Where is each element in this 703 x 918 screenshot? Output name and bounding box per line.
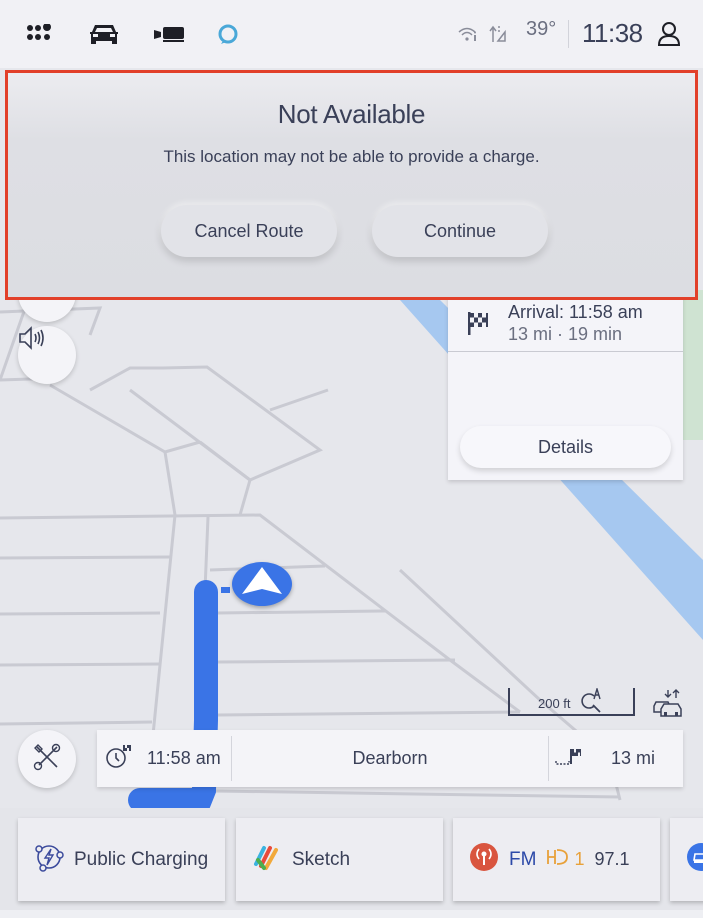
cancel-route-button[interactable]: Cancel Route xyxy=(161,205,337,257)
camera-icon[interactable] xyxy=(152,20,186,48)
arrival-card: Arrival: 11:58 am 13 mi · 19 min Details xyxy=(448,290,683,480)
screen: 39° 11:38 Arrival: 11:58 am 13 mi · 19 m… xyxy=(0,0,703,918)
distance-section: 13 mi xyxy=(555,730,655,787)
data-transfer-icon xyxy=(488,20,508,48)
sketch-app-icon xyxy=(252,842,282,877)
trip-bar[interactable]: 11:58 am Dearborn 13 mi xyxy=(97,730,683,787)
checkered-flag-icon xyxy=(466,310,490,341)
vehicle-app-tile[interactable] xyxy=(670,818,703,901)
radio-band: FM xyxy=(509,848,537,870)
distance-flag-icon xyxy=(555,746,583,771)
dialog-title: Not Available xyxy=(277,99,426,129)
status-bar: 39° 11:38 xyxy=(0,0,703,68)
auto-zoom-icon[interactable] xyxy=(580,686,606,719)
continue-button[interactable]: Continue xyxy=(372,205,548,257)
destination-section: Dearborn xyxy=(232,730,548,787)
vehicle-icon[interactable] xyxy=(88,20,120,48)
eta-time: 11:58 am xyxy=(147,748,221,768)
tile-label: Sketch xyxy=(292,848,351,870)
audio-button[interactable] xyxy=(18,326,76,384)
tools-button[interactable] xyxy=(18,730,76,788)
route-connector xyxy=(221,587,230,593)
remaining-distance: 13 mi xyxy=(611,748,656,768)
temperature: 39° xyxy=(526,18,557,40)
status-divider xyxy=(568,20,569,48)
tile-label: Public Charging xyxy=(74,848,209,870)
profile-icon[interactable] xyxy=(656,20,682,48)
radio-frequency: 97.1 xyxy=(594,849,630,869)
not-available-dialog: Not Available This location may not be a… xyxy=(5,70,698,300)
map-scale: 200 ft xyxy=(508,686,635,719)
destination-name: Dearborn xyxy=(352,748,428,768)
vehicle-app-icon xyxy=(686,842,703,877)
park-area xyxy=(683,290,703,440)
radio-tile[interactable]: FM 1 97.1 xyxy=(453,818,660,901)
stopwatch-flag-icon xyxy=(105,743,133,774)
dock-footer xyxy=(0,910,703,918)
alexa-icon[interactable] xyxy=(216,20,240,48)
app-dock: Public Charging Sketch FM 1 97.1 xyxy=(0,808,703,918)
scale-label: 200 ft xyxy=(538,696,571,711)
hd-channel: 1 xyxy=(574,849,585,869)
ev-charging-icon xyxy=(34,842,64,877)
sketch-tile[interactable]: Sketch xyxy=(236,818,443,901)
tools-icon xyxy=(33,743,61,776)
wifi-icon xyxy=(458,20,478,48)
dialog-message: This location may not be able to provide… xyxy=(163,147,540,166)
details-button[interactable]: Details xyxy=(460,426,671,468)
apps-grid-icon[interactable] xyxy=(26,20,54,48)
arrival-time: Arrival: 11:58 am xyxy=(508,302,643,322)
public-charging-tile[interactable]: Public Charging xyxy=(18,818,225,901)
hd-radio-icon xyxy=(546,847,569,872)
traffic-icon[interactable] xyxy=(652,688,684,723)
eta-section: 11:58 am xyxy=(105,730,221,787)
trip-divider xyxy=(548,736,549,781)
clock: 11:38 xyxy=(582,18,643,48)
trip-summary: 13 mi · 19 min xyxy=(508,324,623,344)
radio-icon xyxy=(469,842,499,877)
